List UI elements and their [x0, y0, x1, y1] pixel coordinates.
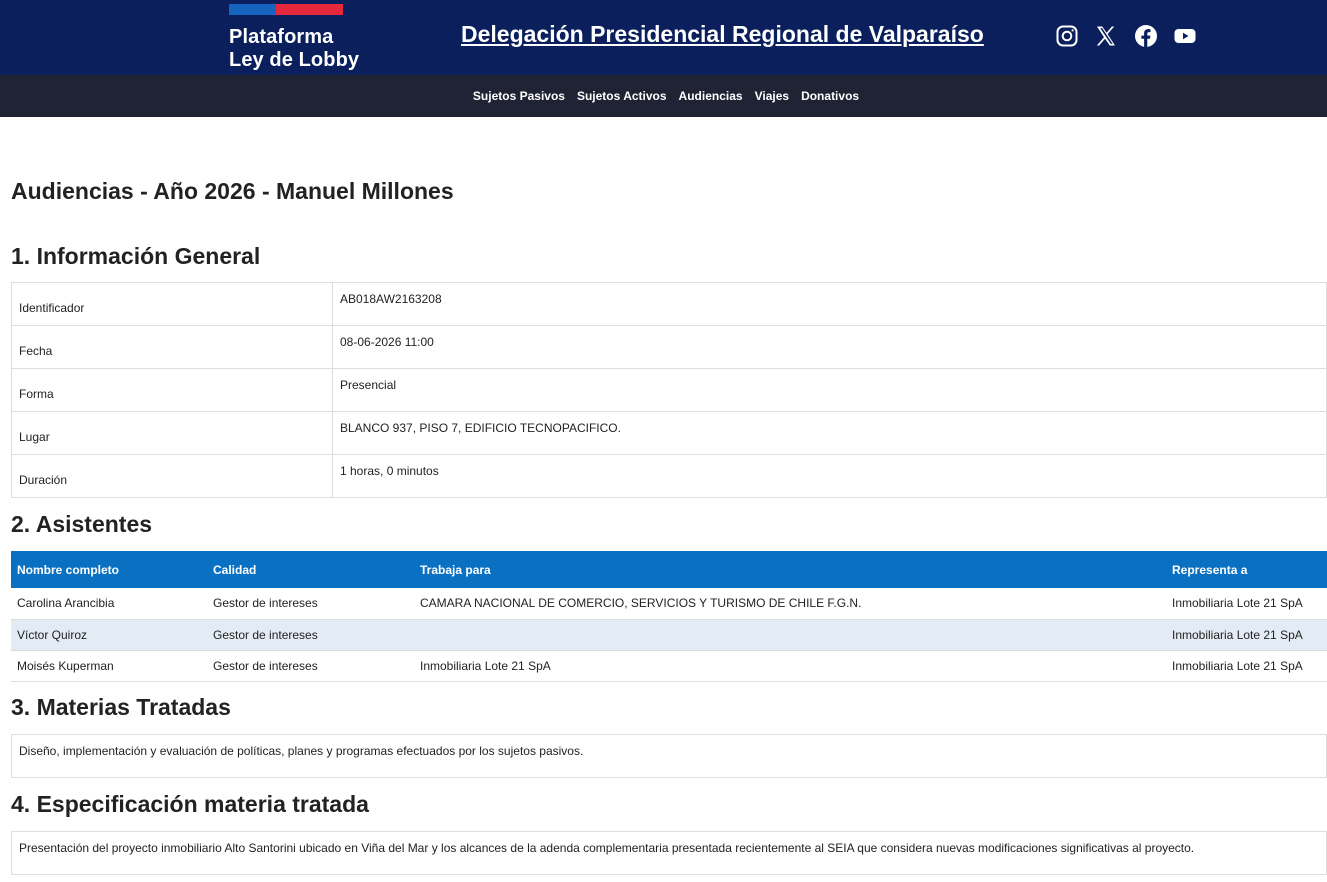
nav-item-sujetos-activos[interactable]: Sujetos Activos: [577, 89, 667, 103]
table-header-row: Nombre completo Calidad Trabaja para Rep…: [11, 551, 1327, 588]
cell-representa-a: Inmobiliaria Lote 21 SpA: [1166, 650, 1327, 682]
section-title-asistentes: 2. Asistentes: [11, 511, 153, 537]
info-label: Duración: [11, 454, 333, 498]
section-title-materias-tratadas: 3. Materias Tratadas: [11, 694, 231, 720]
table-row: Carolina Arancibia Gestor de intereses C…: [11, 588, 1327, 620]
column-header-trabaja-para: Trabaja para: [414, 551, 1166, 588]
page-title: Audiencias - Año 2026 - Manuel Millones: [11, 178, 454, 204]
cell-trabaja-para: [414, 619, 1166, 651]
section-title-informacion-general: 1. Información General: [11, 243, 261, 269]
table-row: Víctor Quiroz Gestor de intereses Inmobi…: [11, 619, 1327, 651]
info-row-identificador: Identificador AB018AW2163208: [11, 282, 1327, 326]
info-row-forma: Forma Presencial: [11, 368, 1327, 412]
column-header-representa-a: Representa a: [1166, 551, 1327, 588]
info-row-fecha: Fecha 08-06-2026 11:00: [11, 325, 1327, 369]
logo-stripe-blue: [229, 4, 276, 15]
column-header-calidad: Calidad: [207, 551, 414, 588]
instagram-icon[interactable]: [1055, 24, 1079, 48]
cell-calidad: Gestor de intereses: [207, 588, 414, 620]
info-value: 1 horas, 0 minutos: [332, 454, 1327, 498]
info-label: Lugar: [11, 411, 333, 455]
asistentes-table: Nombre completo Calidad Trabaja para Rep…: [11, 551, 1327, 682]
logo-stripe-red: [276, 4, 343, 15]
nav-item-audiencias[interactable]: Audiencias: [679, 89, 743, 103]
info-value: AB018AW2163208: [332, 282, 1327, 326]
logo-text-line2: Ley de Lobby: [229, 49, 360, 71]
logo-text-line1: Plataforma: [229, 26, 334, 48]
cell-nombre: Víctor Quiroz: [11, 619, 207, 651]
column-header-nombre: Nombre completo: [11, 551, 207, 588]
table-row: Moisés Kuperman Gestor de intereses Inmo…: [11, 650, 1327, 682]
info-label: Forma: [11, 368, 333, 412]
info-label: Identificador: [11, 282, 333, 326]
info-row-lugar: Lugar BLANCO 937, PISO 7, EDIFICIO TECNO…: [11, 411, 1327, 455]
info-row-duracion: Duración 1 horas, 0 minutos: [11, 454, 1327, 498]
section-title-especificacion: 4. Especificación materia tratada: [11, 791, 369, 817]
logo-stripes: [229, 4, 343, 15]
cell-calidad: Gestor de intereses: [207, 650, 414, 682]
cell-nombre: Moisés Kuperman: [11, 650, 207, 682]
cell-calidad: Gestor de intereses: [207, 619, 414, 651]
cell-representa-a: Inmobiliaria Lote 21 SpA: [1166, 619, 1327, 651]
cell-representa-a: Inmobiliaria Lote 21 SpA: [1166, 588, 1327, 620]
nav-item-donativos[interactable]: Donativos: [801, 89, 859, 103]
info-value: BLANCO 937, PISO 7, EDIFICIO TECNOPACIFI…: [332, 411, 1327, 455]
plataforma-logo[interactable]: Plataforma Ley de Lobby: [229, 4, 369, 72]
facebook-icon[interactable]: [1134, 24, 1158, 48]
main-nav: Sujetos Pasivos Sujetos Activos Audienci…: [0, 75, 1327, 117]
nav-item-sujetos-pasivos[interactable]: Sujetos Pasivos: [473, 89, 565, 103]
especificacion-box: Presentación del proyecto inmobiliario A…: [11, 831, 1327, 875]
materias-tratadas-box: Diseño, implementación y evaluación de p…: [11, 734, 1327, 778]
site-header: Plataforma Ley de Lobby Delegación Presi…: [0, 0, 1327, 75]
info-value: Presencial: [332, 368, 1327, 412]
youtube-icon[interactable]: [1173, 24, 1197, 48]
nav-item-viajes[interactable]: Viajes: [755, 89, 789, 103]
general-info-table: Identificador AB018AW2163208 Fecha 08-06…: [11, 282, 1327, 498]
cell-trabaja-para: Inmobiliaria Lote 21 SpA: [414, 650, 1166, 682]
nav-items: Sujetos Pasivos Sujetos Activos Audienci…: [0, 75, 1327, 117]
cell-nombre: Carolina Arancibia: [11, 588, 207, 620]
info-label: Fecha: [11, 325, 333, 369]
site-title-link[interactable]: Delegación Presidencial Regional de Valp…: [461, 20, 984, 48]
x-icon[interactable]: [1094, 24, 1118, 48]
cell-trabaja-para: CAMARA NACIONAL DE COMERCIO, SERVICIOS Y…: [414, 588, 1166, 620]
info-value: 08-06-2026 11:00: [332, 325, 1327, 369]
